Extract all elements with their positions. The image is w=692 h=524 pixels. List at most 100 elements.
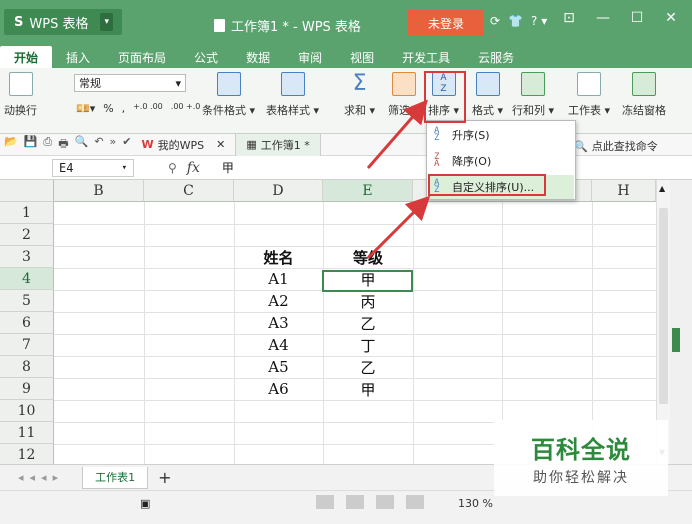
column-header-h[interactable]: H [592, 180, 656, 202]
add-sheet-button[interactable]: + [158, 468, 171, 487]
freeze-panes-button[interactable]: 冻结窗格 [622, 72, 666, 118]
format-painter-icon[interactable]: ✔ [122, 135, 131, 154]
maximize-icon[interactable]: ☐ [628, 10, 646, 26]
scroll-up-icon[interactable]: ▲ [659, 184, 665, 193]
freeze-panes-icon [632, 72, 656, 96]
menu-item-descending[interactable]: ZA 降序(O) [428, 149, 574, 173]
print-icon[interactable]: 🖶 [58, 135, 68, 154]
tab-data[interactable]: 数据 [232, 46, 284, 68]
row-col-button[interactable]: 行和列 ▾ [512, 72, 554, 118]
cell-e5[interactable]: 丙 [323, 290, 413, 312]
tab-insert[interactable]: 插入 [52, 46, 104, 68]
undo-icon[interactable]: ↶ [94, 135, 103, 154]
row-header-6[interactable]: 6 [0, 312, 54, 334]
cell-d9[interactable]: A6 [234, 378, 323, 400]
print-preview-icon[interactable]: 🔍 [75, 135, 89, 154]
fx-icon[interactable]: fx [187, 160, 200, 176]
open-icon[interactable]: 📂 [4, 135, 18, 154]
side-panel-toggle[interactable] [672, 328, 680, 352]
descending-label: 降序(O) [452, 155, 492, 168]
number-format-select[interactable]: 常规 ▾ [74, 74, 186, 92]
cell-d3[interactable]: 姓名 [234, 246, 323, 268]
row-header-7[interactable]: 7 [0, 334, 54, 356]
decimal-decrease-button[interactable]: .00 +.0 [171, 102, 201, 115]
ribbon: 动换行 常规 ▾ 💴▾ % , +.0 .00 .00 +.0 条件格式 ▾ 表… [0, 68, 692, 134]
more-icon[interactable]: » [110, 135, 117, 154]
sheet-tab-1[interactable]: 工作表1 [82, 466, 149, 489]
row-header-3[interactable]: 3 [0, 246, 54, 268]
restore-ribbon-icon[interactable]: ⊡ [560, 10, 578, 26]
page-layout-view-icon[interactable] [376, 495, 394, 509]
column-header-e[interactable]: E [323, 180, 413, 202]
cell-e7[interactable]: 丁 [323, 334, 413, 356]
column-header-d[interactable]: D [234, 180, 323, 202]
cell-d6[interactable]: A3 [234, 312, 323, 334]
tab-view[interactable]: 视图 [336, 46, 388, 68]
tab-review[interactable]: 审阅 [284, 46, 336, 68]
scrollbar-thumb[interactable] [659, 208, 668, 404]
tab-page-layout[interactable]: 页面布局 [104, 46, 180, 68]
row-col-label: 行和列 ▾ [512, 104, 555, 117]
cell-d4[interactable]: A1 [234, 268, 323, 290]
menu-item-ascending[interactable]: AZ 升序(S) [428, 123, 574, 147]
decimal-increase-button[interactable]: +.0 .00 [133, 102, 163, 115]
formula-input[interactable]: 甲 [222, 159, 234, 176]
sheet-nav-icons[interactable]: ◂◂◂▸ [0, 471, 64, 484]
row-header-2[interactable]: 2 [0, 224, 54, 246]
sort-ascending-icon: AZ [434, 126, 440, 143]
reading-view-icon[interactable] [406, 495, 424, 509]
row-header-1[interactable]: 1 [0, 202, 54, 224]
close-icon[interactable]: ✕ [662, 10, 680, 26]
name-box[interactable]: E4 ▾ [52, 158, 134, 177]
percent-button[interactable]: % [103, 102, 113, 115]
tab-document[interactable]: ▦ 工作簿1 * [235, 133, 321, 156]
currency-icon[interactable]: 💴▾ [76, 102, 95, 115]
filter-button[interactable]: 筛选 ▾ [388, 72, 419, 118]
cell-e9[interactable]: 甲 [323, 378, 413, 400]
sort-button-highlight [424, 71, 466, 123]
row-header-5[interactable]: 5 [0, 290, 54, 312]
help-icon[interactable]: ? ▾ [531, 14, 547, 28]
shirt-icon[interactable]: 👕 [508, 14, 523, 28]
zoom-icon[interactable]: ⚲ [168, 161, 177, 175]
row-header-11[interactable]: 11 [0, 422, 54, 444]
worksheet-button[interactable]: 工作表 ▾ [568, 72, 610, 118]
wrap-text-button[interactable]: 动换行 [4, 72, 37, 118]
normal-view-icon[interactable] [316, 495, 334, 509]
command-search[interactable]: 🔍 点此查找命令 [574, 138, 658, 154]
table-style-button[interactable]: 表格样式 ▾ [266, 72, 319, 118]
tab-my-wps[interactable]: W 我的WPS ✕ [131, 134, 235, 156]
export-pdf-icon[interactable]: ⎙ [43, 135, 52, 154]
skin-icon[interactable]: ⟳ [490, 14, 500, 28]
cell-d7[interactable]: A4 [234, 334, 323, 356]
page-break-view-icon[interactable] [346, 495, 364, 509]
column-header-c[interactable]: C [144, 180, 234, 202]
login-button[interactable]: 未登录 [408, 10, 484, 36]
app-menu-button[interactable]: S WPS 表格 ▾ [4, 9, 122, 35]
tab-formulas[interactable]: 公式 [180, 46, 232, 68]
minimize-icon[interactable]: — [594, 10, 612, 26]
conditional-format-button[interactable]: 条件格式 ▾ [202, 72, 255, 118]
cell-d8[interactable]: A5 [234, 356, 323, 378]
row-header-8[interactable]: 8 [0, 356, 54, 378]
zoom-level[interactable]: 130 % [458, 497, 493, 510]
comma-button[interactable]: , [122, 102, 126, 115]
close-icon[interactable]: ✕ [216, 138, 225, 151]
row-header-9[interactable]: 9 [0, 378, 54, 400]
tab-home[interactable]: 开始 [0, 46, 53, 68]
column-header-b[interactable]: B [54, 180, 144, 202]
tab-developer[interactable]: 开发工具 [388, 46, 464, 68]
select-all-corner[interactable] [0, 180, 54, 202]
tab-cloud[interactable]: 云服务 [464, 46, 528, 68]
cell-e8[interactable]: 乙 [323, 356, 413, 378]
row-header-12[interactable]: 12 [0, 444, 54, 464]
row-header-10[interactable]: 10 [0, 400, 54, 422]
format-button[interactable]: 格式 ▾ [472, 72, 503, 118]
cell-e3[interactable]: 等级 [323, 246, 413, 268]
cell-d5[interactable]: A2 [234, 290, 323, 312]
sum-button[interactable]: Σ 求和 ▾ [344, 72, 375, 118]
grid-line [413, 202, 414, 464]
cell-e6[interactable]: 乙 [323, 312, 413, 334]
row-header-4[interactable]: 4 [0, 268, 54, 290]
save-icon[interactable]: 💾 [24, 135, 38, 154]
